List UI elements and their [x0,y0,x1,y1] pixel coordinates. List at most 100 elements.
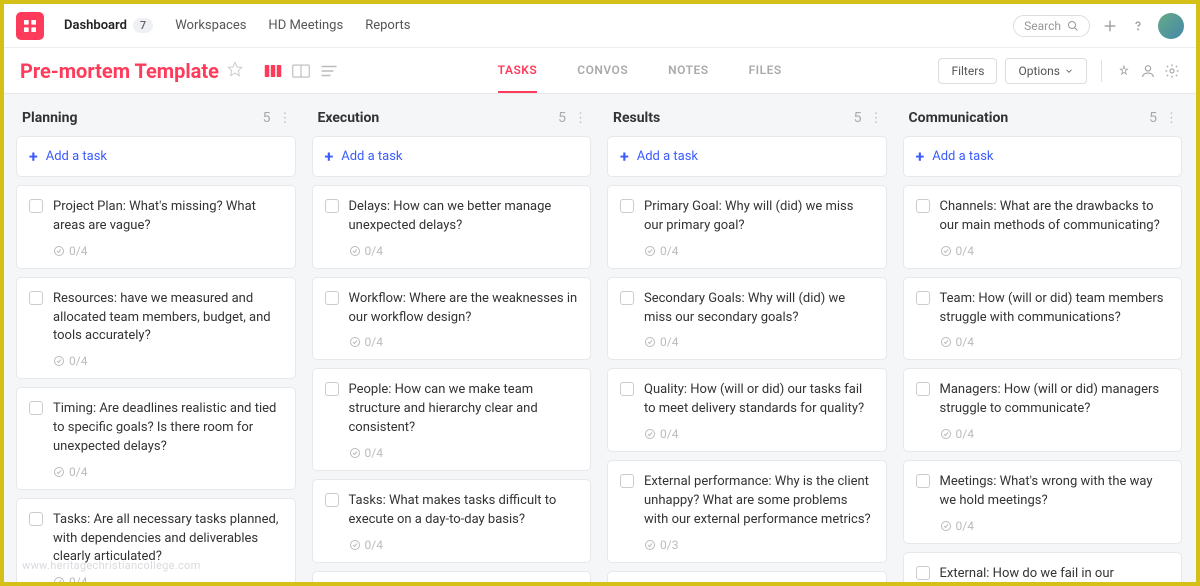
search-input[interactable]: Search [1013,15,1090,37]
task-card[interactable]: Internal performance: What are some prob… [607,571,887,582]
task-card[interactable]: Quality: How (will or did) our tasks fai… [607,368,887,452]
add-task-button[interactable]: + Add a task [312,136,592,177]
task-checkbox[interactable] [325,382,339,396]
task-card[interactable]: Delays: How can we better manage unexpec… [312,185,592,269]
settings-icon[interactable] [1164,63,1180,79]
task-meta: 0/4 [349,538,579,552]
column-body: + Add a task Project Plan: What's missin… [16,136,298,582]
column-header: Execution 5 ⋮ [312,106,594,136]
task-meta: 0/4 [53,465,283,479]
nav-meetings[interactable]: HD Meetings [268,18,343,33]
nav-dashboard[interactable]: Dashboard 7 [64,18,153,33]
help-icon[interactable] [1130,18,1146,34]
column-body: + Add a task Delays: How can we better m… [312,136,594,582]
task-checkbox[interactable] [620,199,634,213]
nav-badge: 7 [133,18,153,33]
task-text: Secondary Goals: Why will (did) we miss … [644,290,874,328]
section-tabs: TASKS CONVOS NOTES FILES [498,49,782,93]
board-column: Results 5 ⋮ + Add a task Primary Goal: W… [607,106,889,582]
task-checkbox[interactable] [916,474,930,488]
task-checkbox[interactable] [325,493,339,507]
task-card[interactable]: Resources: have we measured and allocate… [16,277,296,380]
column-header: Communication 5 ⋮ [903,106,1185,136]
task-checkbox[interactable] [620,382,634,396]
chevron-down-icon [1064,66,1074,76]
column-menu-icon[interactable]: ⋮ [574,111,587,126]
nav-workspaces[interactable]: Workspaces [175,18,246,33]
task-meta: 0/4 [644,335,874,349]
separator [1101,60,1102,82]
task-card[interactable]: External performance: Why is the client … [607,460,887,563]
task-card[interactable]: Channels: What are the drawbacks to our … [903,185,1183,269]
task-card[interactable]: External: How do we fail in our communic… [903,552,1183,582]
task-card[interactable]: Team: How (will or did) team members str… [903,277,1183,361]
add-task-button[interactable]: + Add a task [607,136,887,177]
task-card[interactable]: Meetings: What's wrong with the way we h… [903,460,1183,544]
task-card[interactable]: Workflow: Where are the weaknesses in ou… [312,277,592,361]
column-menu-icon[interactable]: ⋮ [1165,111,1178,126]
task-card[interactable]: Primary Goal: Why will (did) we miss our… [607,185,887,269]
task-checkbox[interactable] [325,291,339,305]
task-card[interactable]: Tasks: What makes tasks difficult to exe… [312,479,592,563]
task-meta: 0/4 [940,335,1170,349]
plus-icon: + [29,147,38,166]
options-button[interactable]: Options [1005,58,1087,84]
tab-convos[interactable]: CONVOS [577,49,628,93]
add-icon[interactable] [1102,18,1118,34]
task-card[interactable]: Management: how does management impede w… [312,571,592,582]
task-checkbox[interactable] [29,401,43,415]
search-placeholder: Search [1024,19,1061,33]
task-meta: 0/4 [940,427,1170,441]
task-text: Tasks: What makes tasks difficult to exe… [349,492,579,530]
board-view-icon[interactable] [261,61,285,81]
star-icon[interactable] [227,61,243,81]
task-card[interactable]: Project Plan: What's missing? What areas… [16,185,296,269]
main-nav: Dashboard 7 Workspaces HD Meetings Repor… [64,18,411,33]
task-checkbox[interactable] [29,199,43,213]
add-task-button[interactable]: + Add a task [903,136,1183,177]
add-task-label: Add a task [341,149,402,164]
column-menu-icon[interactable]: ⋮ [870,111,883,126]
filters-button[interactable]: Filters [938,58,997,84]
task-checkbox[interactable] [916,199,930,213]
board-column: Execution 5 ⋮ + Add a task Delays: How c… [312,106,594,582]
list-view-icon[interactable] [317,61,341,81]
task-card[interactable]: People: How can we make team structure a… [312,368,592,471]
task-text: Meetings: What's wrong with the way we h… [940,473,1170,511]
task-checkbox[interactable] [325,199,339,213]
task-card[interactable]: Managers: How (will or did) managers str… [903,368,1183,452]
task-text: People: How can we make team structure a… [349,381,579,438]
task-checkbox[interactable] [620,291,634,305]
task-meta: 0/4 [53,575,283,582]
tab-files[interactable]: FILES [749,49,782,93]
task-checkbox[interactable] [916,566,930,580]
task-checkbox[interactable] [29,291,43,305]
view-switcher [261,61,341,81]
split-view-icon[interactable] [289,61,313,81]
add-task-button[interactable]: + Add a task [16,136,296,177]
watermark: www.heritagechristiancollege.com [22,559,201,572]
subbar: Pre-mortem Template TASKS CONVOS NOTES F… [4,48,1196,94]
task-checkbox[interactable] [916,291,930,305]
task-checkbox[interactable] [620,474,634,488]
activity-icon[interactable] [1116,63,1132,79]
tab-notes[interactable]: NOTES [668,49,708,93]
task-meta: 0/3 [644,538,874,552]
nav-reports[interactable]: Reports [365,18,410,33]
search-icon [1067,20,1079,32]
task-checkbox[interactable] [29,512,43,526]
task-card[interactable]: Timing: Are deadlines realistic and tied… [16,387,296,490]
column-menu-icon[interactable]: ⋮ [279,111,292,126]
task-card[interactable]: Secondary Goals: Why will (did) we miss … [607,277,887,361]
app-logo[interactable] [16,12,44,40]
user-avatar[interactable] [1158,13,1184,39]
task-text: Team: How (will or did) team members str… [940,290,1170,328]
board-column: Communication 5 ⋮ + Add a task Channels:… [903,106,1185,582]
column-title: Communication [909,110,1009,126]
task-text: Project Plan: What's missing? What areas… [53,198,283,236]
add-task-label: Add a task [932,149,993,164]
task-text: Channels: What are the drawbacks to our … [940,198,1170,236]
people-icon[interactable] [1140,63,1156,79]
tab-tasks[interactable]: TASKS [498,49,538,93]
task-checkbox[interactable] [916,382,930,396]
